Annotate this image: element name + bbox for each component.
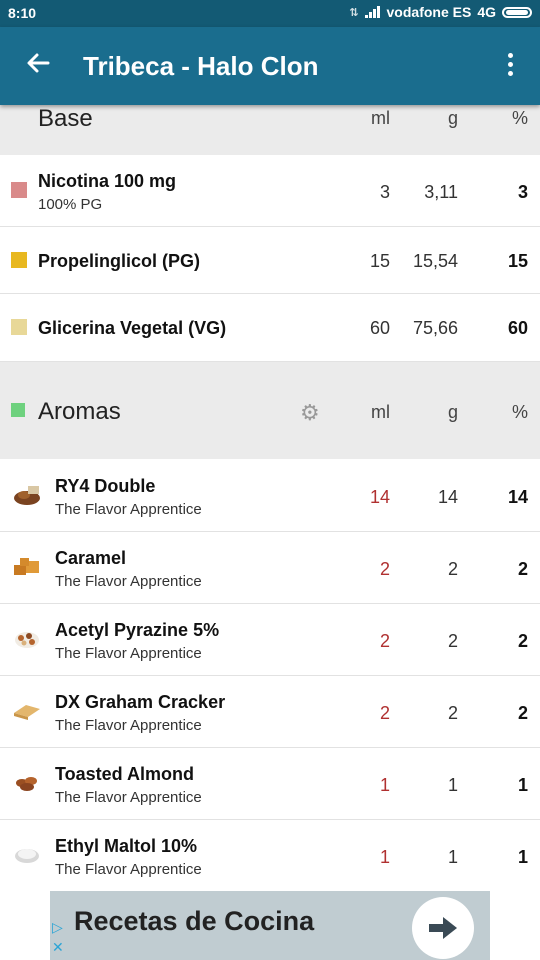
value-ml: 15 xyxy=(369,251,390,271)
network-label: 4G xyxy=(477,4,496,20)
flavor-name: Ethyl Maltol 10% xyxy=(55,836,198,856)
back-arrow-icon[interactable] xyxy=(24,49,54,79)
flavor-brand: The Flavor Apprentice xyxy=(55,573,202,590)
value-g: 2 xyxy=(447,703,458,723)
ingredient-sub: 100% PG xyxy=(38,196,103,213)
almond-icon xyxy=(16,777,37,791)
column-header-g: g xyxy=(447,108,458,128)
aroma-row[interactable]: Caramel The Flavor Apprentice 2 2 2 xyxy=(0,532,540,604)
value-pct: 60 xyxy=(507,318,528,338)
aroma-row[interactable]: DX Graham Cracker The Flavor Apprentice … xyxy=(0,676,540,748)
base-section-title: Base xyxy=(38,105,93,132)
ad-close-icon[interactable]: ✕ xyxy=(52,939,64,956)
aromas-section-header: Aromas ⚙ ml g % xyxy=(0,362,540,459)
base-row-pg[interactable]: Propelinglicol (PG) 15 15,54 15 xyxy=(0,227,540,294)
ad-banner[interactable]: ▷ ✕ Recetas de Cocina xyxy=(50,891,490,960)
value-ml: 3 xyxy=(379,182,390,202)
more-options-icon[interactable] xyxy=(500,49,520,79)
value-g: 2 xyxy=(447,631,458,651)
flavor-name: Acetyl Pyrazine 5% xyxy=(55,620,220,640)
ingredient-name: Glicerina Vegetal (VG) xyxy=(38,318,227,338)
value-g: 3,11 xyxy=(424,182,458,202)
base-row-nicotine[interactable]: Nicotina 100 mg 100% PG 3 3,11 3 xyxy=(0,155,540,227)
flavor-brand: The Flavor Apprentice xyxy=(55,501,202,518)
ad-choices-icon[interactable]: ▷ xyxy=(52,919,63,936)
flavor-brand: The Flavor Apprentice xyxy=(55,717,202,734)
value-pct: 3 xyxy=(517,182,528,202)
gear-icon[interactable]: ⚙ xyxy=(300,400,320,426)
aroma-row[interactable]: RY4 Double The Flavor Apprentice 14 14 1… xyxy=(0,460,540,532)
value-pct: 15 xyxy=(507,251,528,271)
carrier-label: vodafone ES xyxy=(386,4,472,20)
cracker-icon xyxy=(14,705,40,720)
value-pct: 1 xyxy=(517,775,528,795)
value-g: 15,54 xyxy=(412,251,458,271)
status-right: ⇅ vodafone ES 4G xyxy=(349,4,532,20)
value-ml: 2 xyxy=(379,631,390,651)
aroma-row[interactable]: Ethyl Maltol 10% The Flavor Apprentice 1… xyxy=(0,820,540,891)
value-g: 2 xyxy=(447,559,458,579)
ingredient-name: Nicotina 100 mg xyxy=(38,171,177,191)
value-pct: 2 xyxy=(517,559,528,579)
status-time: 8:10 xyxy=(8,5,37,21)
column-header-g: g xyxy=(447,402,458,422)
column-header-ml: ml xyxy=(371,402,390,422)
battery-icon xyxy=(502,6,532,18)
value-ml: 2 xyxy=(379,559,390,579)
nuts-icon xyxy=(15,632,39,648)
flavor-name: DX Graham Cracker xyxy=(55,692,226,712)
value-ml: 2 xyxy=(379,703,390,723)
data-transfer-icon: ⇅ xyxy=(349,6,359,19)
value-g: 75,66 xyxy=(412,318,458,338)
flavor-brand: The Flavor Apprentice xyxy=(55,861,202,878)
column-header-ml: ml xyxy=(371,108,390,128)
column-header-pct: % xyxy=(511,402,528,422)
page-title: Tribeca - Halo Clon xyxy=(83,51,319,81)
arrow-right-icon xyxy=(429,917,457,939)
aromas-section-title: Aromas xyxy=(38,398,121,425)
value-g: 14 xyxy=(437,487,458,507)
ad-text[interactable]: Recetas de Cocina xyxy=(74,906,314,937)
flavor-name: Caramel xyxy=(55,548,127,568)
app-bar: Tribeca - Halo Clon xyxy=(0,27,540,105)
aroma-row[interactable]: Acetyl Pyrazine 5% The Flavor Apprentice… xyxy=(0,604,540,676)
ingredient-name: Propelinglicol (PG) xyxy=(38,251,201,271)
value-ml: 1 xyxy=(379,847,390,867)
powder-icon xyxy=(15,849,39,863)
column-header-pct: % xyxy=(511,108,528,128)
aroma-row[interactable]: Toasted Almond The Flavor Apprentice 1 1… xyxy=(0,748,540,820)
value-g: 1 xyxy=(447,775,458,795)
base-section-header: Base ml g % xyxy=(0,105,540,155)
flavor-name: Toasted Almond xyxy=(55,764,194,784)
tobacco-icon xyxy=(14,486,40,505)
value-g: 1 xyxy=(447,847,458,867)
value-ml: 60 xyxy=(369,318,390,338)
value-pct: 1 xyxy=(517,847,528,867)
caramel-icon xyxy=(14,558,39,575)
color-swatch xyxy=(11,252,27,268)
value-pct: 14 xyxy=(507,487,528,507)
ad-arrow-button[interactable] xyxy=(412,897,474,959)
flavor-name: RY4 Double xyxy=(55,476,156,496)
color-swatch xyxy=(11,319,27,335)
color-swatch xyxy=(11,403,25,417)
base-row-vg[interactable]: Glicerina Vegetal (VG) 60 75,66 60 xyxy=(0,294,540,362)
value-pct: 2 xyxy=(517,631,528,651)
status-bar: 8:10 ⇅ vodafone ES 4G xyxy=(0,0,540,27)
value-ml: 1 xyxy=(379,775,390,795)
flavor-brand: The Flavor Apprentice xyxy=(55,789,202,806)
value-ml: 14 xyxy=(369,487,390,507)
value-pct: 2 xyxy=(517,703,528,723)
color-swatch xyxy=(11,182,27,198)
flavor-brand: The Flavor Apprentice xyxy=(55,645,202,662)
signal-icon xyxy=(364,6,380,18)
